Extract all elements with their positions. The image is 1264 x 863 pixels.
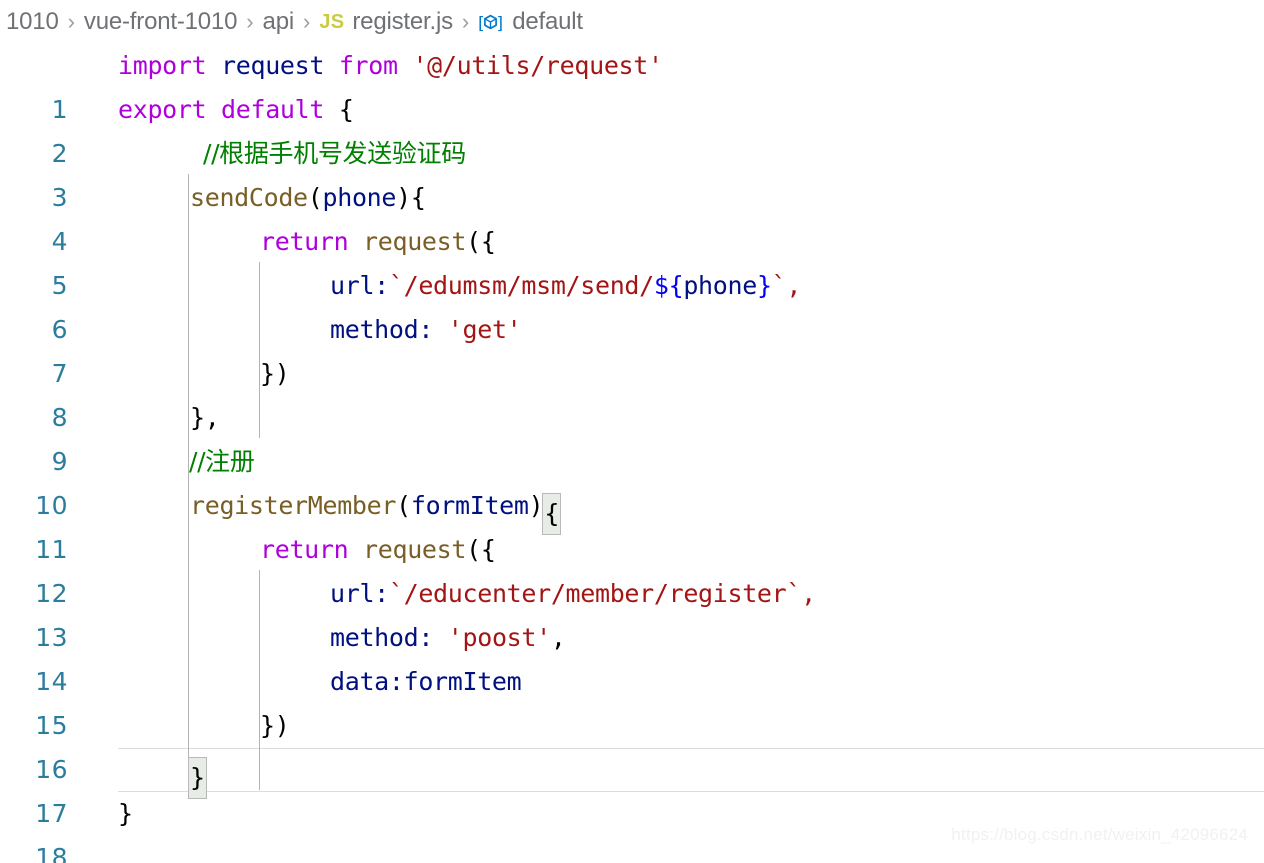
token-template-variable: phone — [683, 271, 757, 300]
token-string: 'get' — [433, 315, 522, 344]
token-keyword: from — [338, 51, 398, 80]
token-property: url: — [330, 271, 389, 300]
line-content: return request({ — [260, 528, 496, 572]
line-content: url:`/edumsm/msm/send/${phone}`, — [330, 264, 801, 308]
token-function: request — [348, 227, 467, 256]
token-punctuation: }, — [190, 403, 220, 432]
code-line[interactable]: 1 import request from '@/utils/request' — [0, 44, 1264, 124]
token-identifier: request — [206, 51, 339, 80]
code-line[interactable]: 10 //注册 — [0, 440, 1264, 520]
svg-text:]: ] — [497, 14, 504, 34]
token-keyword: export default — [118, 95, 325, 124]
token-comment: //根据手机号发送验证码 — [203, 139, 466, 168]
token-punctuation: , — [550, 623, 566, 652]
code-line[interactable]: 3 //根据手机号发送验证码 — [0, 132, 1264, 212]
token-function: sendCode — [190, 183, 308, 212]
watermark: https://blog.csdn.net/weixin_42096624 — [951, 825, 1248, 844]
token-punctuation: ( — [396, 491, 411, 520]
token-punctuation: ({ — [466, 535, 496, 564]
token-keyword: import — [118, 51, 207, 80]
svg-text:[: [ — [478, 14, 485, 34]
code-line[interactable]: 11 registerMember(formItem){ — [0, 484, 1264, 564]
line-content: url:`/educenter/member/register`, — [330, 572, 816, 616]
indent-guide — [259, 262, 260, 438]
line-content: method: 'poost', — [330, 616, 566, 660]
token-keyword: return — [260, 227, 349, 256]
code-line[interactable]: 2 export default { — [0, 88, 1264, 168]
line-content: method: 'get' — [330, 308, 522, 352]
token-function: request — [348, 535, 467, 564]
token-punctuation: } — [118, 799, 133, 828]
code-line-active[interactable]: 17 } — [0, 748, 1264, 828]
token-keyword: return — [260, 535, 349, 564]
code-editor[interactable]: 1 import request from '@/utils/request' … — [0, 44, 1264, 863]
code-line[interactable]: 7 method: 'get' — [0, 308, 1264, 388]
token-template-string: `/educenter/member/register`, — [388, 579, 816, 608]
token-parameter: formItem — [410, 491, 529, 520]
token-template-close: } — [756, 271, 772, 300]
code-line[interactable]: 4 sendCode(phone){ — [0, 176, 1264, 256]
token-punctuation: ) — [528, 491, 544, 520]
bracket-match-highlight: } — [188, 757, 207, 799]
breadcrumb-item-folder[interactable]: api — [263, 8, 295, 36]
breadcrumb-item-project[interactable]: vue-front-1010 — [84, 8, 237, 36]
code-line[interactable]: 5 return request({ — [0, 220, 1264, 300]
breadcrumb-item-symbol[interactable]: default — [512, 8, 583, 36]
line-content: export default { — [118, 88, 354, 132]
token-property: method: — [330, 623, 434, 652]
token-string: 'poost' — [433, 623, 551, 652]
token-punctuation: ( — [307, 183, 323, 212]
breadcrumb-separator-icon: › — [461, 9, 470, 34]
token-template-open: ${ — [653, 271, 684, 300]
token-punctuation: ){ — [396, 183, 426, 212]
token-template-string: `/edumsm/msm/send/ — [388, 271, 654, 300]
token-identifier: formItem — [403, 667, 522, 696]
breadcrumb: 1010 › vue-front-1010 › api › JS registe… — [0, 0, 1264, 44]
code-line[interactable]: 13 url:`/educenter/member/register`, — [0, 572, 1264, 652]
code-line[interactable]: 14 method: 'poost', — [0, 616, 1264, 696]
token-punctuation: }) — [260, 711, 290, 740]
indent-guide — [188, 174, 189, 796]
token-function: registerMember — [190, 491, 397, 520]
code-line[interactable]: 8 }) — [0, 352, 1264, 432]
token-template-string: `, — [771, 271, 802, 300]
token-punctuation: { — [324, 95, 354, 124]
code-line[interactable]: 9 }, — [0, 396, 1264, 476]
token-punctuation: ({ — [466, 227, 496, 256]
token-comment: //注册 — [189, 447, 255, 476]
token-punctuation: }) — [260, 359, 290, 388]
breadcrumb-item-root[interactable]: 1010 — [6, 8, 59, 36]
line-content: } — [188, 748, 207, 799]
breadcrumb-separator-icon: › — [302, 9, 311, 34]
code-line[interactable]: 16 }) — [0, 704, 1264, 784]
indent-guide — [259, 570, 260, 790]
breadcrumb-item-file[interactable]: register.js — [352, 8, 453, 36]
line-content: return request({ — [260, 220, 496, 264]
line-content: data:formItem — [330, 660, 522, 704]
module-symbol-icon: [ ] — [478, 12, 504, 34]
token-parameter: phone — [322, 183, 397, 212]
token-property: url: — [330, 579, 389, 608]
code-line[interactable]: 6 url:`/edumsm/msm/send/${phone}`, — [0, 264, 1264, 344]
token-property: method: — [330, 315, 434, 344]
line-content: sendCode(phone){ — [190, 176, 426, 220]
breadcrumb-separator-icon: › — [246, 9, 254, 34]
code-line[interactable]: 15 data:formItem — [0, 660, 1264, 740]
line-number: 17 — [35, 799, 68, 828]
token-property: data: — [330, 667, 404, 696]
token-string: '@/utils/request' — [397, 51, 663, 80]
code-line[interactable]: 12 return request({ — [0, 528, 1264, 608]
breadcrumb-separator-icon: › — [67, 9, 75, 34]
line-content: import request from '@/utils/request' — [118, 44, 663, 88]
js-file-icon: JS — [319, 10, 345, 33]
